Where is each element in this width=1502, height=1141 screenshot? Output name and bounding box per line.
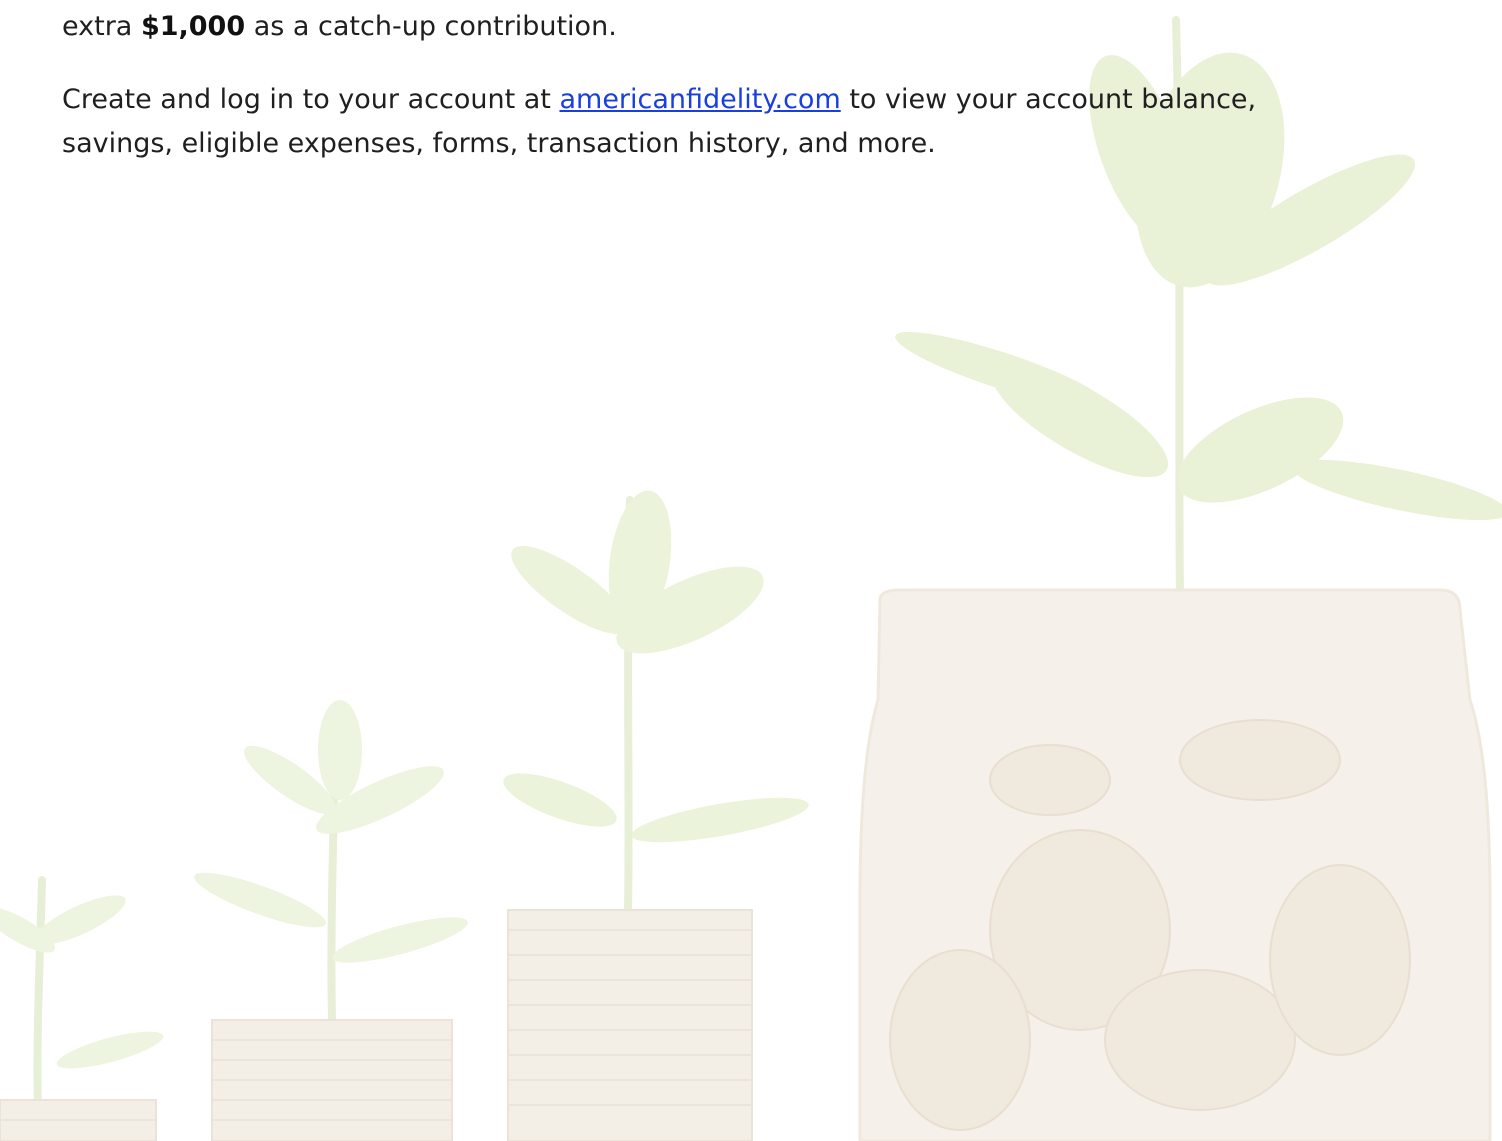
plants-coins-background-icon (0, 16, 1502, 1141)
page: extra $1,000 as a catch-up contribution.… (0, 0, 1502, 1141)
catch-up-text: extra $1,000 as a catch-up contribution. (62, 5, 617, 49)
catch-up-amount: $1,000 (140, 11, 246, 42)
account-info-suffix: to view your account balance, (840, 84, 1257, 115)
americanfidelity-link[interactable]: americanfidelity.com (559, 84, 840, 115)
catch-up-prefix: extra (62, 11, 141, 42)
account-info-line-2: savings, eligible expenses, forms, trans… (62, 128, 936, 159)
account-info-paragraph: Create and log in to your account at ame… (62, 78, 1362, 166)
account-info-prefix: Create and log in to your account at (62, 84, 560, 115)
catch-up-suffix: as a catch-up contribution. (245, 11, 617, 42)
